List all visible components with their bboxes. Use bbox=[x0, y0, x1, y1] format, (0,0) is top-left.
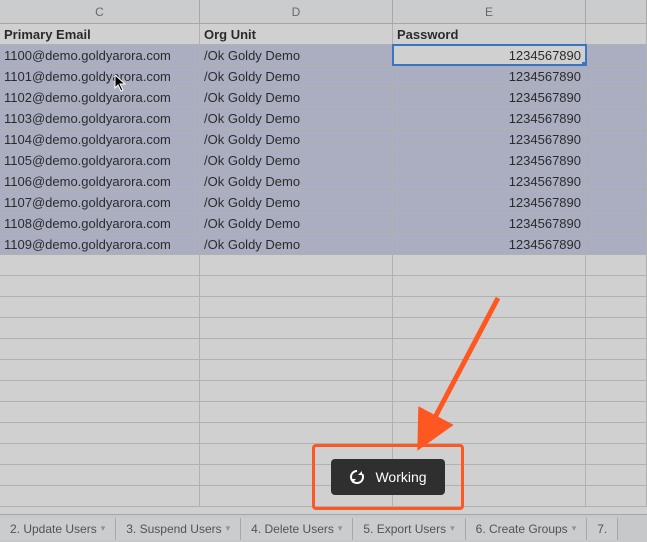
table-empty-row bbox=[0, 318, 647, 339]
cell-blank[interactable] bbox=[586, 150, 647, 170]
table-row: 1105@demo.goldyarora.com /Ok Goldy Demo … bbox=[0, 150, 647, 171]
table-empty-row bbox=[0, 402, 647, 423]
cell-blank[interactable] bbox=[586, 192, 647, 212]
tab-label: 6. Create Groups bbox=[476, 522, 568, 536]
cell-org[interactable]: /Ok Goldy Demo bbox=[200, 192, 393, 212]
sheet-tab-delete-users[interactable]: 4. Delete Users ▾ bbox=[241, 518, 353, 540]
annotation-highlight-box: Working bbox=[312, 444, 464, 510]
toast-label: Working bbox=[375, 469, 426, 485]
table-row: 1104@demo.goldyarora.com /Ok Goldy Demo … bbox=[0, 129, 647, 150]
table-row: 1100@demo.goldyarora.com /Ok Goldy Demo … bbox=[0, 45, 647, 66]
sheet-tab-seven[interactable]: 7. bbox=[587, 518, 618, 540]
cell-password[interactable]: 1234567890 bbox=[393, 171, 586, 191]
cell-password[interactable]: 1234567890 bbox=[393, 129, 586, 149]
cell-password[interactable]: 1234567890 bbox=[393, 234, 586, 254]
column-header-c[interactable]: C bbox=[0, 0, 200, 23]
table-header-row: Primary Email Org Unit Password bbox=[0, 24, 647, 45]
cell-email[interactable]: 1101@demo.goldyarora.com bbox=[0, 66, 200, 86]
tab-label: 7. bbox=[597, 522, 607, 536]
cell-blank[interactable] bbox=[586, 87, 647, 107]
header-password[interactable]: Password bbox=[393, 24, 586, 44]
cell-org[interactable]: /Ok Goldy Demo bbox=[200, 129, 393, 149]
chevron-down-icon: ▾ bbox=[338, 523, 343, 534]
table-empty-row bbox=[0, 381, 647, 402]
table-row: 1101@demo.goldyarora.com /Ok Goldy Demo … bbox=[0, 66, 647, 87]
cell-blank[interactable] bbox=[586, 171, 647, 191]
table-row: 1109@demo.goldyarora.com /Ok Goldy Demo … bbox=[0, 234, 647, 255]
tab-label: 3. Suspend Users bbox=[126, 522, 221, 536]
tab-label: 2. Update Users bbox=[10, 522, 97, 536]
header-org-unit[interactable]: Org Unit bbox=[200, 24, 393, 44]
sheet-tab-export-users[interactable]: 5. Export Users ▾ bbox=[353, 518, 465, 540]
cell-blank[interactable] bbox=[586, 234, 647, 254]
chevron-down-icon: ▾ bbox=[226, 523, 231, 534]
chevron-down-icon: ▾ bbox=[572, 523, 577, 534]
table-row: 1107@demo.goldyarora.com /Ok Goldy Demo … bbox=[0, 192, 647, 213]
sheet-tabstrip: 2. Update Users ▾ 3. Suspend Users ▾ 4. De… bbox=[0, 514, 647, 542]
refresh-icon bbox=[349, 469, 365, 485]
column-header-d[interactable]: D bbox=[200, 0, 393, 23]
chevron-down-icon: ▾ bbox=[450, 523, 455, 534]
cell-email[interactable]: 1105@demo.goldyarora.com bbox=[0, 150, 200, 170]
cell-password[interactable]: 1234567890 bbox=[393, 66, 586, 86]
working-toast: Working bbox=[331, 459, 444, 495]
spreadsheet-grid[interactable]: C D E Primary Email Org Unit Password 11… bbox=[0, 0, 647, 520]
cell-org[interactable]: /Ok Goldy Demo bbox=[200, 171, 393, 191]
tab-label: 4. Delete Users bbox=[251, 522, 334, 536]
cell-email[interactable]: 1100@demo.goldyarora.com bbox=[0, 45, 200, 65]
cell-org[interactable]: /Ok Goldy Demo bbox=[200, 45, 393, 65]
cell-org[interactable]: /Ok Goldy Demo bbox=[200, 150, 393, 170]
column-header-row: C D E bbox=[0, 0, 647, 24]
cell-password[interactable]: 1234567890 bbox=[393, 213, 586, 233]
cell-password[interactable]: 1234567890 bbox=[393, 108, 586, 128]
cell-email[interactable]: 1109@demo.goldyarora.com bbox=[0, 234, 200, 254]
cell-email[interactable]: 1108@demo.goldyarora.com bbox=[0, 213, 200, 233]
table-empty-row bbox=[0, 339, 647, 360]
cell-org[interactable]: /Ok Goldy Demo bbox=[200, 234, 393, 254]
cell-blank[interactable] bbox=[586, 24, 647, 44]
cell-blank[interactable] bbox=[586, 45, 647, 65]
sheet-tab-create-groups[interactable]: 6. Create Groups ▾ bbox=[466, 518, 588, 540]
cell-email[interactable]: 1104@demo.goldyarora.com bbox=[0, 129, 200, 149]
table-empty-row bbox=[0, 423, 647, 444]
chevron-down-icon: ▾ bbox=[101, 523, 106, 534]
table-row: 1103@demo.goldyarora.com /Ok Goldy Demo … bbox=[0, 108, 647, 129]
table-empty-row bbox=[0, 297, 647, 318]
cell-email[interactable]: 1107@demo.goldyarora.com bbox=[0, 192, 200, 212]
column-header-blank[interactable] bbox=[586, 0, 647, 23]
cell-blank[interactable] bbox=[586, 108, 647, 128]
cell-password[interactable]: 1234567890 bbox=[393, 192, 586, 212]
cell-blank[interactable] bbox=[586, 66, 647, 86]
table-row: 1108@demo.goldyarora.com /Ok Goldy Demo … bbox=[0, 213, 647, 234]
table-empty-row bbox=[0, 276, 647, 297]
table-empty-row bbox=[0, 360, 647, 381]
cell-email[interactable]: 1103@demo.goldyarora.com bbox=[0, 108, 200, 128]
cell-org[interactable]: /Ok Goldy Demo bbox=[200, 108, 393, 128]
table-row: 1102@demo.goldyarora.com /Ok Goldy Demo … bbox=[0, 87, 647, 108]
cell-email[interactable]: 1106@demo.goldyarora.com bbox=[0, 171, 200, 191]
cell-password[interactable]: 1234567890 bbox=[393, 87, 586, 107]
sheet-tab-suspend-users[interactable]: 3. Suspend Users ▾ bbox=[116, 518, 241, 540]
table-empty-row bbox=[0, 255, 647, 276]
cell-blank[interactable] bbox=[586, 213, 647, 233]
cell-org[interactable]: /Ok Goldy Demo bbox=[200, 213, 393, 233]
cell-email[interactable]: 1102@demo.goldyarora.com bbox=[0, 87, 200, 107]
tab-label: 5. Export Users bbox=[363, 522, 446, 536]
column-header-e[interactable]: E bbox=[393, 0, 586, 23]
cell-password[interactable]: 1234567890 bbox=[393, 150, 586, 170]
header-primary-email[interactable]: Primary Email bbox=[0, 24, 200, 44]
cell-password-active[interactable]: 1234567890 bbox=[393, 45, 586, 65]
cell-blank[interactable] bbox=[586, 129, 647, 149]
sheet-tab-update-users[interactable]: 2. Update Users ▾ bbox=[0, 518, 116, 540]
table-row: 1106@demo.goldyarora.com /Ok Goldy Demo … bbox=[0, 171, 647, 192]
cell-org[interactable]: /Ok Goldy Demo bbox=[200, 66, 393, 86]
cell-org[interactable]: /Ok Goldy Demo bbox=[200, 87, 393, 107]
